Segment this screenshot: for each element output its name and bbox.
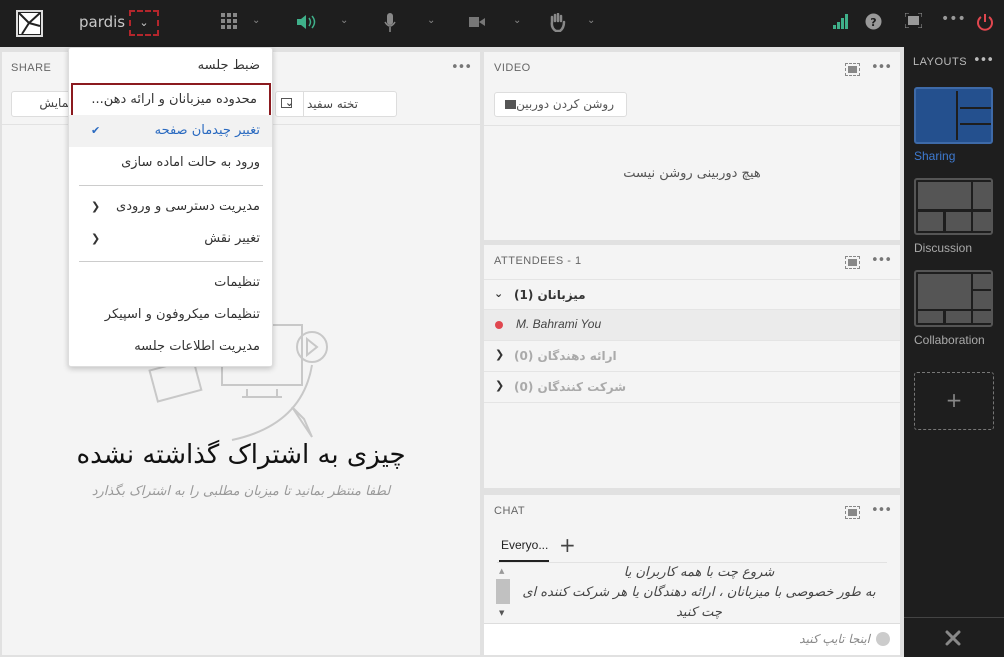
layout-label-discussion[interactable]: Discussion <box>914 241 972 255</box>
menu-item-settings[interactable]: تنظیمات <box>69 267 272 299</box>
menu-item-access[interactable]: مدیریت دسترسی و ورودی ❮ <box>69 191 272 223</box>
maximize-icon[interactable] <box>845 256 860 269</box>
layouts-more-icon[interactable]: ••• <box>973 53 994 68</box>
whiteboard-button-group: تخته سفید ⌄ <box>275 91 397 117</box>
group-label: ارائه دهندگان (0) <box>514 349 617 363</box>
sidebar-divider <box>904 617 1004 618</box>
chat-tab-everyone[interactable]: Everyo... <box>501 538 548 552</box>
chevron-down-icon: ⌄ <box>494 287 504 300</box>
chevron-right-icon: ❯ <box>495 379 505 392</box>
chevron-down-icon[interactable]: ⌄ <box>340 15 348 26</box>
layout-label-collaboration[interactable]: Collaboration <box>914 333 985 347</box>
chat-more-icon[interactable]: ••• <box>871 503 892 518</box>
share-title: SHARE <box>11 62 52 74</box>
group-label: میزبانان (1) <box>514 288 586 302</box>
menu-item-hosts-scope[interactable]: محدوده میزبانان و ارائه دهن... <box>71 83 271 117</box>
layout-label-sharing[interactable]: Sharing <box>914 149 955 163</box>
menu-item-label: تغییر چیدمان صفحه <box>154 123 260 138</box>
share-empty-subtitle: لطفا منتظر بمانید تا میزبان مطلبی را به … <box>91 484 391 499</box>
chevron-left-icon: ❮ <box>91 232 101 245</box>
layout-collaboration[interactable] <box>914 270 993 327</box>
chat-welcome-message: شروع چت با همه کاربران یا به طور خصوصی ب… <box>514 563 884 623</box>
check-icon: ✔ <box>91 124 101 137</box>
chat-input[interactable]: اینجا تایپ کنید <box>484 623 900 655</box>
chat-input-placeholder: اینجا تایپ کنید <box>799 632 870 646</box>
more-icon[interactable]: ••• <box>941 11 966 33</box>
app-menu-chevron-button[interactable]: ⌄ <box>129 10 159 36</box>
video-empty-message: هیچ دوربینی روشن نیست <box>623 166 761 181</box>
chat-scrollbar[interactable]: ▲ ▼ <box>496 567 510 619</box>
chevron-down-icon[interactable]: ⌄ <box>427 15 435 26</box>
chat-message-line: به طور خصوصی با میزبانان ، ارائه دهندگان… <box>522 585 876 600</box>
chat-title: CHAT <box>494 505 526 517</box>
chevron-right-icon: ❯ <box>495 348 505 361</box>
menu-item-change-layout[interactable]: تغییر چیدمان صفحه ✔ <box>69 115 272 147</box>
chevron-down-icon[interactable]: ⌄ <box>513 15 521 26</box>
status-dot <box>495 321 503 329</box>
send-icon[interactable] <box>876 632 890 646</box>
power-icon[interactable] <box>976 13 994 35</box>
whiteboard-label[interactable]: تخته سفید <box>307 93 358 115</box>
app-logo <box>16 10 43 37</box>
camera-on-button[interactable]: روشن کردن دوربین <box>494 92 627 117</box>
attendees-title: ATTENDEES - 1 <box>494 255 582 267</box>
chat-message-line: شروع چت با همه کاربران یا <box>623 565 775 580</box>
scrollbar-thumb[interactable] <box>496 579 510 604</box>
add-chat-tab-button[interactable]: + <box>559 533 576 557</box>
tools-icon[interactable] <box>944 629 962 651</box>
layouts-sidebar: LAYOUTS ••• Sharing Discussion Collabora… <box>904 47 1004 657</box>
svg-text:?: ? <box>870 16 876 29</box>
camera-icon <box>505 100 516 109</box>
microphone-icon[interactable] <box>384 13 396 35</box>
attendee-row[interactable]: M. Bahrami You <box>484 310 900 341</box>
attendee-name: M. Bahrami You <box>516 317 602 331</box>
fullscreen-icon[interactable] <box>904 12 923 35</box>
speaker-icon[interactable] <box>296 13 316 35</box>
video-divider <box>484 125 900 126</box>
chevron-down-icon[interactable]: ⌄ <box>252 15 260 26</box>
menu-item-label: تغییر نقش <box>204 231 260 246</box>
chevron-left-icon: ❮ <box>91 200 101 213</box>
share-more-icon[interactable]: ••• <box>451 60 472 75</box>
chat-message-line: چت کنید <box>676 605 722 620</box>
chat-panel: CHAT ••• Everyo... + ▲ ▼ شروع چت با همه … <box>484 495 900 655</box>
menu-item-session-info[interactable]: مدیریت اطلاعات جلسه <box>69 331 272 363</box>
menu-separator <box>79 261 263 262</box>
attendee-group-participants[interactable]: ❯ شرکت کنندگان (0) <box>484 372 900 403</box>
app-name: pardis <box>79 13 126 31</box>
menu-item-prep-mode[interactable]: ورود به حالت اماده سازی <box>69 147 272 179</box>
group-label: شرکت کنندگان (0) <box>514 380 627 394</box>
layouts-title: LAYOUTS <box>913 56 968 68</box>
app-dropdown-menu: ضبط جلسه محدوده میزبانان و ارائه دهن... … <box>68 47 273 367</box>
maximize-icon[interactable] <box>845 63 860 76</box>
chevron-down-icon[interactable]: ⌄ <box>587 15 595 26</box>
menu-item-record[interactable]: ضبط جلسه <box>69 50 272 82</box>
share-empty-title: چیزی به اشتراک گذاشته نشده <box>76 440 406 470</box>
attendee-group-hosts[interactable]: ⌄ میزبانان (1) <box>484 279 900 310</box>
layout-sharing[interactable] <box>914 87 993 144</box>
raise-hand-icon[interactable] <box>549 12 566 35</box>
top-bar: pardis ⌄ ⌄ ⌄ ⌄ ⌄ ⌄ ? ••• <box>0 0 1004 47</box>
video-title: VIDEO <box>494 62 531 74</box>
apps-grid-icon[interactable] <box>221 13 238 35</box>
menu-separator <box>79 185 263 186</box>
menu-item-change-role[interactable]: تغییر نقش ❮ <box>69 223 272 255</box>
video-panel: VIDEO ••• روشن کردن دوربین هیچ دوربینی ر… <box>484 52 900 240</box>
help-icon[interactable]: ? <box>865 13 882 35</box>
whiteboard-dropdown-chevron[interactable]: ⌄ <box>276 92 304 116</box>
maximize-icon[interactable] <box>845 506 860 519</box>
attendee-group-presenters[interactable]: ❯ ارائه دهندگان (0) <box>484 341 900 372</box>
camera-icon[interactable] <box>469 13 485 35</box>
video-more-icon[interactable]: ••• <box>871 60 892 75</box>
camera-on-label: روشن کردن دوربین <box>516 97 614 111</box>
layout-discussion[interactable] <box>914 178 993 235</box>
attendees-more-icon[interactable]: ••• <box>871 253 892 268</box>
signal-icon[interactable] <box>833 13 850 35</box>
menu-item-label: مدیریت دسترسی و ورودی <box>116 199 260 214</box>
menu-item-audio-settings[interactable]: تنظیمات میکروفون و اسپیکر <box>69 299 272 331</box>
add-layout-button[interactable]: + <box>914 372 994 430</box>
